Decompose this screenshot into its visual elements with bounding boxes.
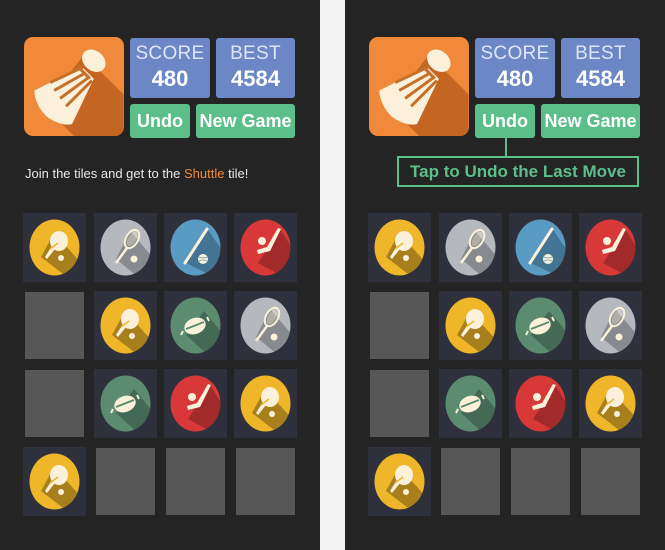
american-football-icon: [445, 375, 496, 432]
empty-cell: [581, 448, 640, 515]
shuttlecock-logo-icon: [24, 37, 124, 136]
game-screen-right: SCORE 480 BEST 4584 Undo New Game Tap to…: [345, 0, 665, 550]
best-box: BEST 4584: [216, 38, 295, 98]
best-value: 4584: [231, 66, 280, 91]
undo-button[interactable]: Undo: [475, 104, 535, 138]
tile-football: [439, 369, 502, 438]
tile-hockey: [164, 369, 227, 438]
tile-ping-pong: [23, 447, 86, 516]
tile-hockey: [234, 213, 297, 282]
tile-ping-pong: [94, 291, 157, 360]
empty-cell: [25, 370, 84, 437]
new-game-button[interactable]: New Game: [196, 104, 295, 138]
game-board[interactable]: [368, 213, 643, 519]
empty-cell: [370, 292, 429, 359]
empty-cell: [25, 292, 84, 359]
tagline-highlight: Shuttle: [184, 166, 225, 181]
tile-baseball: [164, 213, 227, 282]
ping-pong-paddle-icon: [445, 297, 496, 354]
score-label: SCORE: [135, 43, 205, 64]
instructions-text: Join the tiles and get to the Shuttle ti…: [25, 166, 248, 181]
empty-cell: [441, 448, 500, 515]
best-value: 4584: [576, 66, 625, 91]
ping-pong-paddle-icon: [29, 219, 80, 276]
score-value: 480: [496, 66, 534, 91]
empty-cell: [511, 448, 570, 515]
ping-pong-paddle-icon: [374, 453, 425, 510]
tile-hockey: [579, 213, 642, 282]
american-football-icon: [515, 297, 566, 354]
hockey-stick-icon: [170, 375, 221, 432]
game-screen-left: SCORE 480 BEST 4584 Undo New Game Join t…: [0, 0, 320, 550]
tile-baseball: [509, 213, 572, 282]
tile-football: [509, 291, 572, 360]
hockey-stick-icon: [515, 375, 566, 432]
score-label: SCORE: [480, 43, 550, 64]
empty-cell: [96, 448, 155, 515]
tile-ping-pong: [234, 369, 297, 438]
score-box: SCORE 480: [130, 38, 210, 98]
tennis-racket-icon: [445, 219, 496, 276]
tile-hockey: [509, 369, 572, 438]
empty-cell: [370, 370, 429, 437]
hockey-stick-icon: [585, 219, 636, 276]
tile-ping-pong: [439, 291, 502, 360]
shuttlecock-logo-icon: [369, 37, 469, 136]
best-box: BEST 4584: [561, 38, 640, 98]
tile-tennis: [234, 291, 297, 360]
tile-tennis: [439, 213, 502, 282]
best-label: BEST: [230, 43, 281, 64]
tagline-after: tile!: [224, 166, 249, 181]
ping-pong-paddle-icon: [374, 219, 425, 276]
tagline-before: Join the tiles and get to the: [25, 166, 184, 181]
tile-football: [164, 291, 227, 360]
tennis-racket-icon: [100, 219, 151, 276]
undo-button[interactable]: Undo: [130, 104, 190, 138]
undo-tooltip: Tap to Undo the Last Move: [397, 156, 639, 187]
baseball-bat-icon: [170, 219, 221, 276]
tile-ping-pong: [23, 213, 86, 282]
tile-football: [94, 369, 157, 438]
empty-cell: [236, 448, 295, 515]
tile-tennis: [94, 213, 157, 282]
score-value: 480: [151, 66, 189, 91]
tile-ping-pong: [368, 213, 431, 282]
ping-pong-paddle-icon: [240, 375, 291, 432]
callout-connector: [505, 138, 507, 156]
tile-ping-pong: [368, 447, 431, 516]
best-label: BEST: [575, 43, 626, 64]
empty-cell: [166, 448, 225, 515]
tile-tennis: [579, 291, 642, 360]
ping-pong-paddle-icon: [585, 375, 636, 432]
american-football-icon: [170, 297, 221, 354]
game-board[interactable]: [23, 213, 298, 519]
tennis-racket-icon: [240, 297, 291, 354]
ping-pong-paddle-icon: [29, 453, 80, 510]
score-box: SCORE 480: [475, 38, 555, 98]
tennis-racket-icon: [585, 297, 636, 354]
tile-ping-pong: [579, 369, 642, 438]
baseball-bat-icon: [515, 219, 566, 276]
american-football-icon: [100, 375, 151, 432]
hockey-stick-icon: [240, 219, 291, 276]
new-game-button[interactable]: New Game: [541, 104, 640, 138]
ping-pong-paddle-icon: [100, 297, 151, 354]
